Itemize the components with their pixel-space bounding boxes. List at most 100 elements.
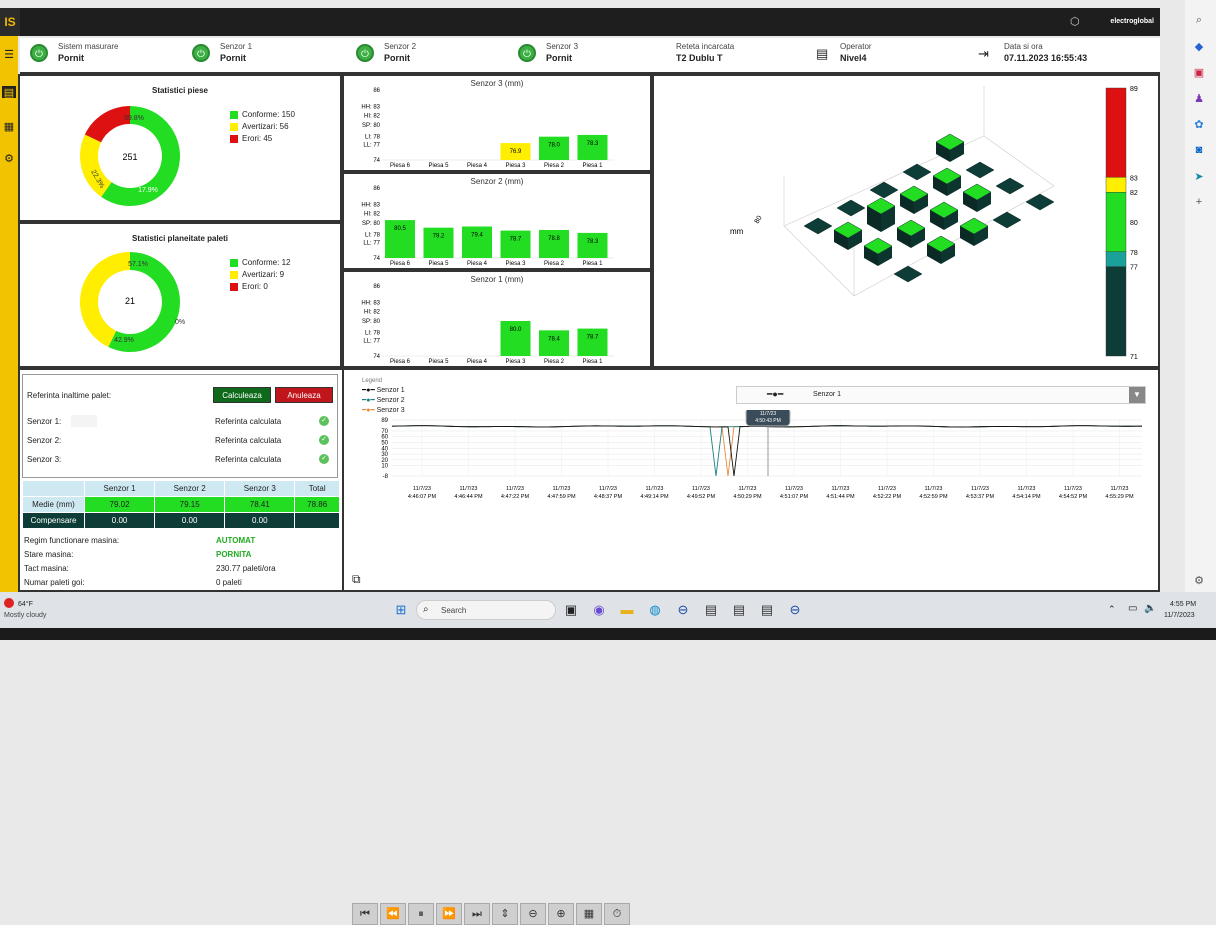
add-icon[interactable]: + bbox=[1191, 196, 1207, 210]
paleti-donut: 21 57.1% 42.9% 0% bbox=[80, 252, 185, 352]
pan-icon[interactable]: ⇕ bbox=[492, 903, 518, 925]
donut-slice bbox=[84, 106, 130, 143]
paleti-legend: Conforme: 12 Avertizari: 9 Erori: 0 bbox=[230, 258, 290, 294]
y-tick-label: 86 bbox=[373, 284, 380, 290]
pallet-tile bbox=[965, 161, 995, 179]
chat-icon[interactable]: ▤ bbox=[2, 86, 16, 99]
remote-icon[interactable]: ⊖ bbox=[786, 602, 804, 620]
x-tick-label: 4:49:14 PM bbox=[640, 494, 669, 500]
x-tick-label: 11/7/23 bbox=[599, 486, 617, 492]
clock-date[interactable]: 11/7/2023 bbox=[1164, 612, 1195, 619]
senzor2-chart: 86 HH: 83 HI: 82 SP: 80 LI: 78 LL: 77 74 80.5 Pi… bbox=[361, 186, 614, 267]
y-tick-label: HH: 83 bbox=[361, 301, 380, 307]
x-tick-label: 11/7/23 bbox=[971, 486, 989, 492]
piese-p1: 59.8% bbox=[124, 115, 144, 122]
toolbox-icon[interactable]: ▣ bbox=[1191, 66, 1207, 80]
folder-icon[interactable]: ▬ bbox=[618, 602, 636, 620]
cube-icon[interactable]: ⬡ bbox=[1070, 15, 1086, 29]
check-icon: ✓ bbox=[319, 435, 329, 445]
search-icon[interactable]: ⌕ bbox=[1191, 14, 1207, 28]
taskbar-search[interactable]: ⌕ Search bbox=[416, 600, 556, 620]
last-icon[interactable]: ⏭ bbox=[464, 903, 490, 925]
series-select[interactable]: ━●━ Senzor 1 ▼ bbox=[736, 386, 1146, 404]
paleti-p2: 42.9% bbox=[114, 337, 134, 344]
gear-icon[interactable]: ⚙ bbox=[2, 152, 16, 165]
pallet-tile bbox=[803, 217, 833, 235]
tray-chevron-icon[interactable]: ⌃ bbox=[1108, 604, 1116, 615]
chat-app-icon[interactable]: ◉ bbox=[590, 602, 608, 620]
series-marker-icon: ━●━ bbox=[767, 389, 784, 399]
remote-icon[interactable]: ⊖ bbox=[674, 602, 692, 620]
info-label: Numar paleti goi: bbox=[24, 578, 85, 587]
calendar-icon[interactable]: ▦ bbox=[576, 903, 602, 925]
bar-data-label: 78.4 bbox=[548, 336, 560, 342]
piese-legend: Conforme: 150 Avertizari: 56 Erori: 45 bbox=[230, 110, 295, 146]
check-icon: ✓ bbox=[319, 454, 329, 464]
info-value: 0 paleti bbox=[216, 578, 242, 587]
power-icon: ⏻ bbox=[30, 44, 48, 62]
y-tick-label: SP: 80 bbox=[362, 319, 381, 325]
settings-icon[interactable]: ⚙ bbox=[1191, 574, 1207, 588]
anuleaza-button[interactable]: Anuleaza bbox=[275, 387, 333, 403]
legend-avertizari: Avertizari: 9 bbox=[230, 270, 290, 279]
donut-slice bbox=[80, 252, 130, 348]
senzor1-chart: 86 HH: 83 HI: 82 SP: 80 LI: 78 LL: 77 74 Piesa … bbox=[361, 284, 614, 365]
app-logo: IS bbox=[0, 8, 20, 36]
tag-icon[interactable]: ◆ bbox=[1191, 40, 1207, 54]
zoom-in-icon[interactable]: ⊕ bbox=[548, 903, 574, 925]
volume-icon[interactable]: 🔈 bbox=[1144, 603, 1156, 614]
calculeaza-button[interactable]: Calculeaza bbox=[213, 387, 271, 403]
top-bar bbox=[0, 8, 1160, 36]
first-icon[interactable]: ⏮ bbox=[352, 903, 378, 925]
weather-text[interactable]: Mostly cloudy bbox=[4, 612, 46, 619]
send-icon[interactable]: ➤ bbox=[1191, 170, 1207, 184]
document-icon[interactable]: ▤ bbox=[816, 46, 828, 62]
copilot-icon[interactable]: ✿ bbox=[1191, 118, 1207, 132]
x-tick-label: Piesa 2 bbox=[544, 261, 565, 267]
app-sima-icon[interactable]: ▤ bbox=[702, 602, 720, 620]
x-tick-label: Piesa 3 bbox=[505, 261, 526, 267]
y-tick-label: SP: 80 bbox=[362, 123, 381, 129]
table-row: Medie (mm) 79.02 79.15 78.41 78.86 bbox=[22, 496, 340, 513]
chevron-down-icon[interactable]: ▼ bbox=[1129, 387, 1145, 403]
pause-icon[interactable]: ⏸ bbox=[408, 903, 434, 925]
x-tick-label: 4:46:07 PM bbox=[408, 494, 437, 500]
ref-value-field[interactable] bbox=[71, 415, 97, 427]
zoom-out-icon[interactable]: ⊖ bbox=[520, 903, 546, 925]
power-icon: ⏻ bbox=[192, 44, 210, 62]
rewind-icon[interactable]: ⏪ bbox=[380, 903, 406, 925]
x-tick-label: 4:50:29 PM bbox=[733, 494, 762, 500]
windows-start-icon[interactable]: ⊞ bbox=[392, 602, 410, 620]
x-tick-label: Piesa 5 bbox=[428, 163, 449, 169]
login-icon[interactable]: ⇥ bbox=[978, 46, 989, 62]
edge-icon[interactable]: ◍ bbox=[646, 602, 664, 620]
x-tick-label: 4:55:29 PM bbox=[1105, 494, 1134, 500]
timer-icon[interactable]: ⏱ bbox=[604, 903, 630, 925]
y-tick-label: HI: 82 bbox=[364, 309, 381, 315]
y-tick-label: LI: 78 bbox=[365, 331, 381, 337]
y-tick-label: LI: 78 bbox=[365, 135, 381, 141]
x-tick-label: Piesa 2 bbox=[544, 359, 565, 365]
bar-data-label: 80.0 bbox=[510, 327, 522, 333]
reference-box: Referinta inaltime palet: Calculeaza Anu… bbox=[22, 374, 338, 478]
app-icon[interactable]: ▤ bbox=[730, 602, 748, 620]
x-tick-label: 11/7/23 bbox=[692, 486, 710, 492]
weather-temp[interactable]: 64°F bbox=[18, 601, 33, 608]
outlook-icon[interactable]: ◙ bbox=[1191, 144, 1207, 158]
status-operator: Operator Nivel4 bbox=[840, 42, 872, 63]
bar-data-label: 78.7 bbox=[510, 237, 522, 243]
screens-icon[interactable]: ⧉ bbox=[352, 572, 361, 587]
report-icon[interactable]: ▦ bbox=[2, 120, 16, 133]
clock-time[interactable]: 4:55 PM bbox=[1170, 601, 1196, 608]
bar bbox=[500, 230, 531, 258]
x-tick-label: Piesa 6 bbox=[390, 359, 411, 365]
network-icon[interactable]: ▭ bbox=[1128, 603, 1137, 614]
pallet-tile bbox=[836, 199, 866, 217]
menu-icon[interactable]: ☰ bbox=[2, 48, 16, 61]
x-tick-label: 11/7/23 bbox=[785, 486, 803, 492]
taskview-icon[interactable]: ▣ bbox=[562, 602, 580, 620]
people-icon[interactable]: ♟ bbox=[1191, 92, 1207, 106]
y-tick-label: HH: 83 bbox=[361, 105, 380, 111]
app-icon[interactable]: ▤ bbox=[758, 602, 776, 620]
forward-icon[interactable]: ⏩ bbox=[436, 903, 462, 925]
